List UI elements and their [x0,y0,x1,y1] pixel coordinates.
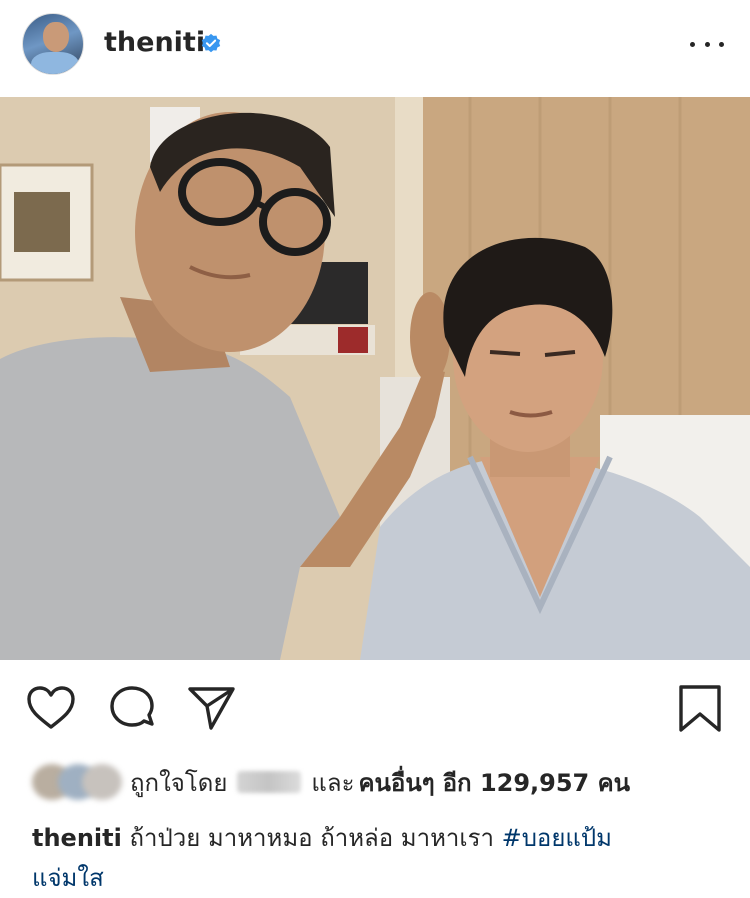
action-bar [0,660,750,750]
photo-illustration [0,97,750,660]
caption: theniti ถ้าป่วย มาหาหมอ ถ้าหล่อ มาหาเรา … [32,818,732,898]
post-header: theniti [0,0,750,97]
likes-and: และ [311,768,355,797]
bookmark-icon[interactable] [678,684,722,734]
caption-text: ถ้าป่วย มาหาหมอ ถ้าหล่อ มาหาเรา [129,824,494,852]
likes-prefix: ถูกใจโดย [130,768,228,797]
likes-others[interactable]: คนอื่นๆ [358,763,434,802]
likes-count[interactable]: อีก 129,957 คน [443,763,630,802]
avatar-face [43,22,69,52]
heart-icon[interactable] [26,685,76,731]
caption-username[interactable]: theniti [32,824,122,852]
more-options-icon[interactable] [690,34,724,54]
caption-hashtag[interactable]: #บอยแป้ม [502,824,612,852]
post-photo[interactable] [0,97,750,660]
comment-icon[interactable] [108,684,158,734]
username-link[interactable]: theniti [104,27,205,58]
avatar-shirt [31,52,79,74]
blurred-liker-name[interactable] [237,771,302,793]
caption-line-2[interactable]: แจ่มใส [32,864,104,892]
likes-row[interactable]: ถูกใจโดย และ คนอื่นๆ อีก 129,957 คน [32,762,732,802]
verified-badge-icon [201,33,221,53]
paper-plane-icon[interactable] [187,685,237,731]
profile-avatar[interactable] [22,13,84,75]
liker-avatars [32,764,122,800]
